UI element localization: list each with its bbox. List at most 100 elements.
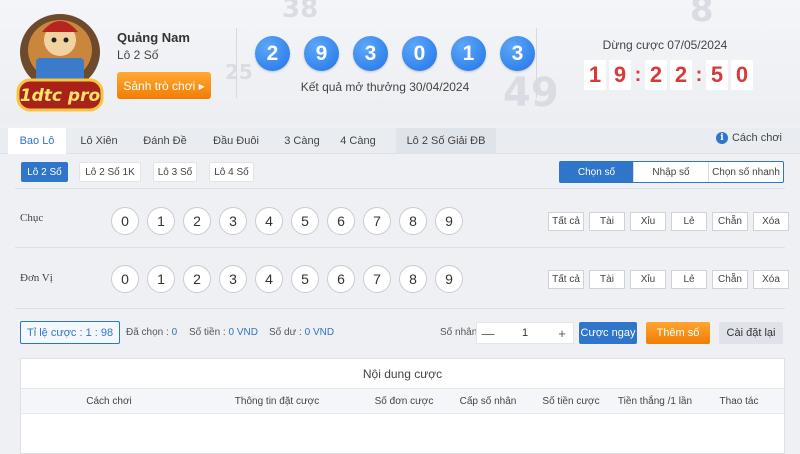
select-small-button[interactable]: Xỉu xyxy=(630,212,666,231)
balance-label: Số dư : xyxy=(269,327,302,338)
brand-logo: 1dtc pro xyxy=(16,14,104,112)
section-divider xyxy=(15,188,785,189)
mode-chon-so-nhanh[interactable]: Chọn số nhanh xyxy=(709,162,783,182)
column-header: Cấp số nhân xyxy=(459,396,517,407)
result-date-label: Kết quả mở thưởng 30/04/2024 xyxy=(300,80,470,94)
countdown-digit: 0 xyxy=(731,60,753,90)
info-icon: i xyxy=(715,132,728,144)
clear-button[interactable]: Xóa xyxy=(753,212,789,231)
bet-now-button[interactable]: Cược ngay xyxy=(579,322,637,344)
bet-content-table: Nội dung cược Cách chơi Thông tin đặt cư… xyxy=(20,358,785,454)
number-ball[interactable]: 8 xyxy=(399,265,427,293)
select-big-button[interactable]: Tài xyxy=(589,270,625,289)
number-ball[interactable]: 2 xyxy=(183,265,211,293)
game-header: 38 49 25 8 1dtc pro Quảng Nam Lô 2 Số Sả… xyxy=(0,0,800,125)
number-ball[interactable]: 5 xyxy=(291,265,319,293)
number-ball[interactable]: 2 xyxy=(183,207,211,235)
select-even-button[interactable]: Chẵn xyxy=(712,212,748,231)
select-all-button[interactable]: Tất cả xyxy=(548,212,584,231)
countdown-digit: 5 xyxy=(706,60,728,90)
sub-option-lo-2-so[interactable]: Lô 2 Số xyxy=(21,162,68,182)
number-ball[interactable]: 6 xyxy=(327,207,355,235)
bet-table-header: Cách chơi Thông tin đặt cược Số đơn cược… xyxy=(21,389,784,414)
minus-icon[interactable]: — xyxy=(477,326,499,341)
background-number: 38 xyxy=(282,0,319,24)
countdown-timer: 1 9 : 2 2 : 5 0 xyxy=(584,60,753,90)
number-ball[interactable]: 6 xyxy=(327,265,355,293)
bet-amount-label: Số tiền : xyxy=(189,327,226,338)
number-ball[interactable]: 0 xyxy=(111,207,139,235)
odds-rate-badge: Tỉ lệ cược : 1 : 98 xyxy=(20,321,121,344)
number-ball[interactable]: 3 xyxy=(219,207,247,235)
bet-type-tabs: Bao Lô Lô Xiên Đánh Đề Đầu Đuôi 3 Càng 4… xyxy=(0,128,800,154)
result-ball: 2 xyxy=(255,36,290,71)
column-header: Cách chơi xyxy=(86,396,132,407)
reset-button[interactable]: Cài đặt lại xyxy=(719,322,783,344)
column-header: Số đơn cược xyxy=(374,396,434,407)
countdown-digit: 9 xyxy=(609,60,631,90)
game-type: Lô 2 Số xyxy=(117,48,159,62)
sub-option-lo-3-so[interactable]: Lô 3 Số xyxy=(153,162,197,182)
how-to-play-label: Cách chơi xyxy=(731,132,782,144)
add-number-button[interactable]: Thêm số xyxy=(646,322,710,344)
bet-amount-value: 0 VND xyxy=(228,327,258,338)
select-odd-button[interactable]: Lẻ xyxy=(671,270,707,289)
tab-dau-duoi[interactable]: Đầu Đuôi xyxy=(201,128,271,154)
how-to-play-link[interactable]: i Cách chơi xyxy=(715,132,782,144)
number-ball[interactable]: 3 xyxy=(219,265,247,293)
sub-option-lo-4-so[interactable]: Lô 4 Số xyxy=(209,162,254,182)
number-ball[interactable]: 7 xyxy=(363,207,391,235)
tab-lo-xien[interactable]: Lô Xiên xyxy=(70,128,128,154)
select-big-button[interactable]: Tài xyxy=(589,212,625,231)
plus-icon[interactable]: + xyxy=(551,326,573,341)
number-ball[interactable]: 7 xyxy=(363,265,391,293)
number-ball[interactable]: 9 xyxy=(435,265,463,293)
row-label-don-vi: Đơn Vị xyxy=(20,272,53,284)
tab-bao-lo[interactable]: Bao Lô xyxy=(8,128,66,154)
select-small-button[interactable]: Xỉu xyxy=(630,270,666,289)
number-ball[interactable]: 1 xyxy=(147,207,175,235)
result-ball: 9 xyxy=(304,36,339,71)
number-row-don-vi: 0 1 2 3 4 5 6 7 8 9 xyxy=(111,265,463,293)
tab-4-cang[interactable]: 4 Càng xyxy=(331,128,385,154)
number-row-chuc: 0 1 2 3 4 5 6 7 8 9 xyxy=(111,207,463,235)
lobby-button[interactable]: Sảnh trò chơi ▸ xyxy=(117,72,211,99)
column-header: Thông tin đặt cược xyxy=(234,396,320,407)
countdown-separator: : xyxy=(695,63,703,86)
countdown-separator: : xyxy=(634,63,642,86)
input-mode-toggle: Chọn số Nhập số Chọn số nhanh xyxy=(559,161,784,183)
number-ball[interactable]: 9 xyxy=(435,207,463,235)
tab-lo-2-so-giai-db[interactable]: Lô 2 Số Giải ĐB xyxy=(396,128,496,154)
number-ball[interactable]: 1 xyxy=(147,265,175,293)
column-header: Số tiền cược xyxy=(542,396,600,407)
row-label-chuc: Chục xyxy=(20,212,44,224)
selected-count: Đã chọn : 0 xyxy=(126,327,177,338)
mode-nhap-so[interactable]: Nhập số xyxy=(634,162,709,182)
balance-value: 0 VND xyxy=(304,327,335,338)
sub-option-lo-2-so-1k[interactable]: Lô 2 Số 1K xyxy=(79,162,141,182)
clear-button[interactable]: Xóa xyxy=(753,270,789,289)
result-ball: 0 xyxy=(402,36,437,71)
multiplier-stepper: — 1 + xyxy=(476,322,574,344)
game-info: Quảng Nam Lô 2 Số xyxy=(117,30,190,62)
tab-danh-de[interactable]: Đánh Đề xyxy=(134,128,196,154)
number-ball[interactable]: 5 xyxy=(291,207,319,235)
tab-3-cang[interactable]: 3 Càng xyxy=(275,128,329,154)
result-ball: 3 xyxy=(500,36,535,71)
number-ball[interactable]: 4 xyxy=(255,207,283,235)
background-number: 25 xyxy=(225,60,253,84)
number-ball[interactable]: 0 xyxy=(111,265,139,293)
select-all-button[interactable]: Tất cả xyxy=(548,270,584,289)
number-ball[interactable]: 4 xyxy=(255,265,283,293)
balance: Số dư : 0 VND xyxy=(269,327,334,338)
quick-select-chuc: Tất cả Tài Xỉu Lẻ Chẵn Xóa xyxy=(548,212,789,231)
select-odd-button[interactable]: Lẻ xyxy=(671,212,707,231)
select-even-button[interactable]: Chẵn xyxy=(712,270,748,289)
multiplier-input[interactable]: 1 xyxy=(499,327,551,339)
column-header: Thao tác xyxy=(719,396,759,407)
result-numbers: 2 9 3 0 1 3 xyxy=(255,36,535,71)
mode-chon-so[interactable]: Chọn số xyxy=(560,162,634,182)
number-ball[interactable]: 8 xyxy=(399,207,427,235)
bet-table-title: Nội dung cược xyxy=(21,359,784,389)
selected-count-value: 0 xyxy=(171,327,178,338)
